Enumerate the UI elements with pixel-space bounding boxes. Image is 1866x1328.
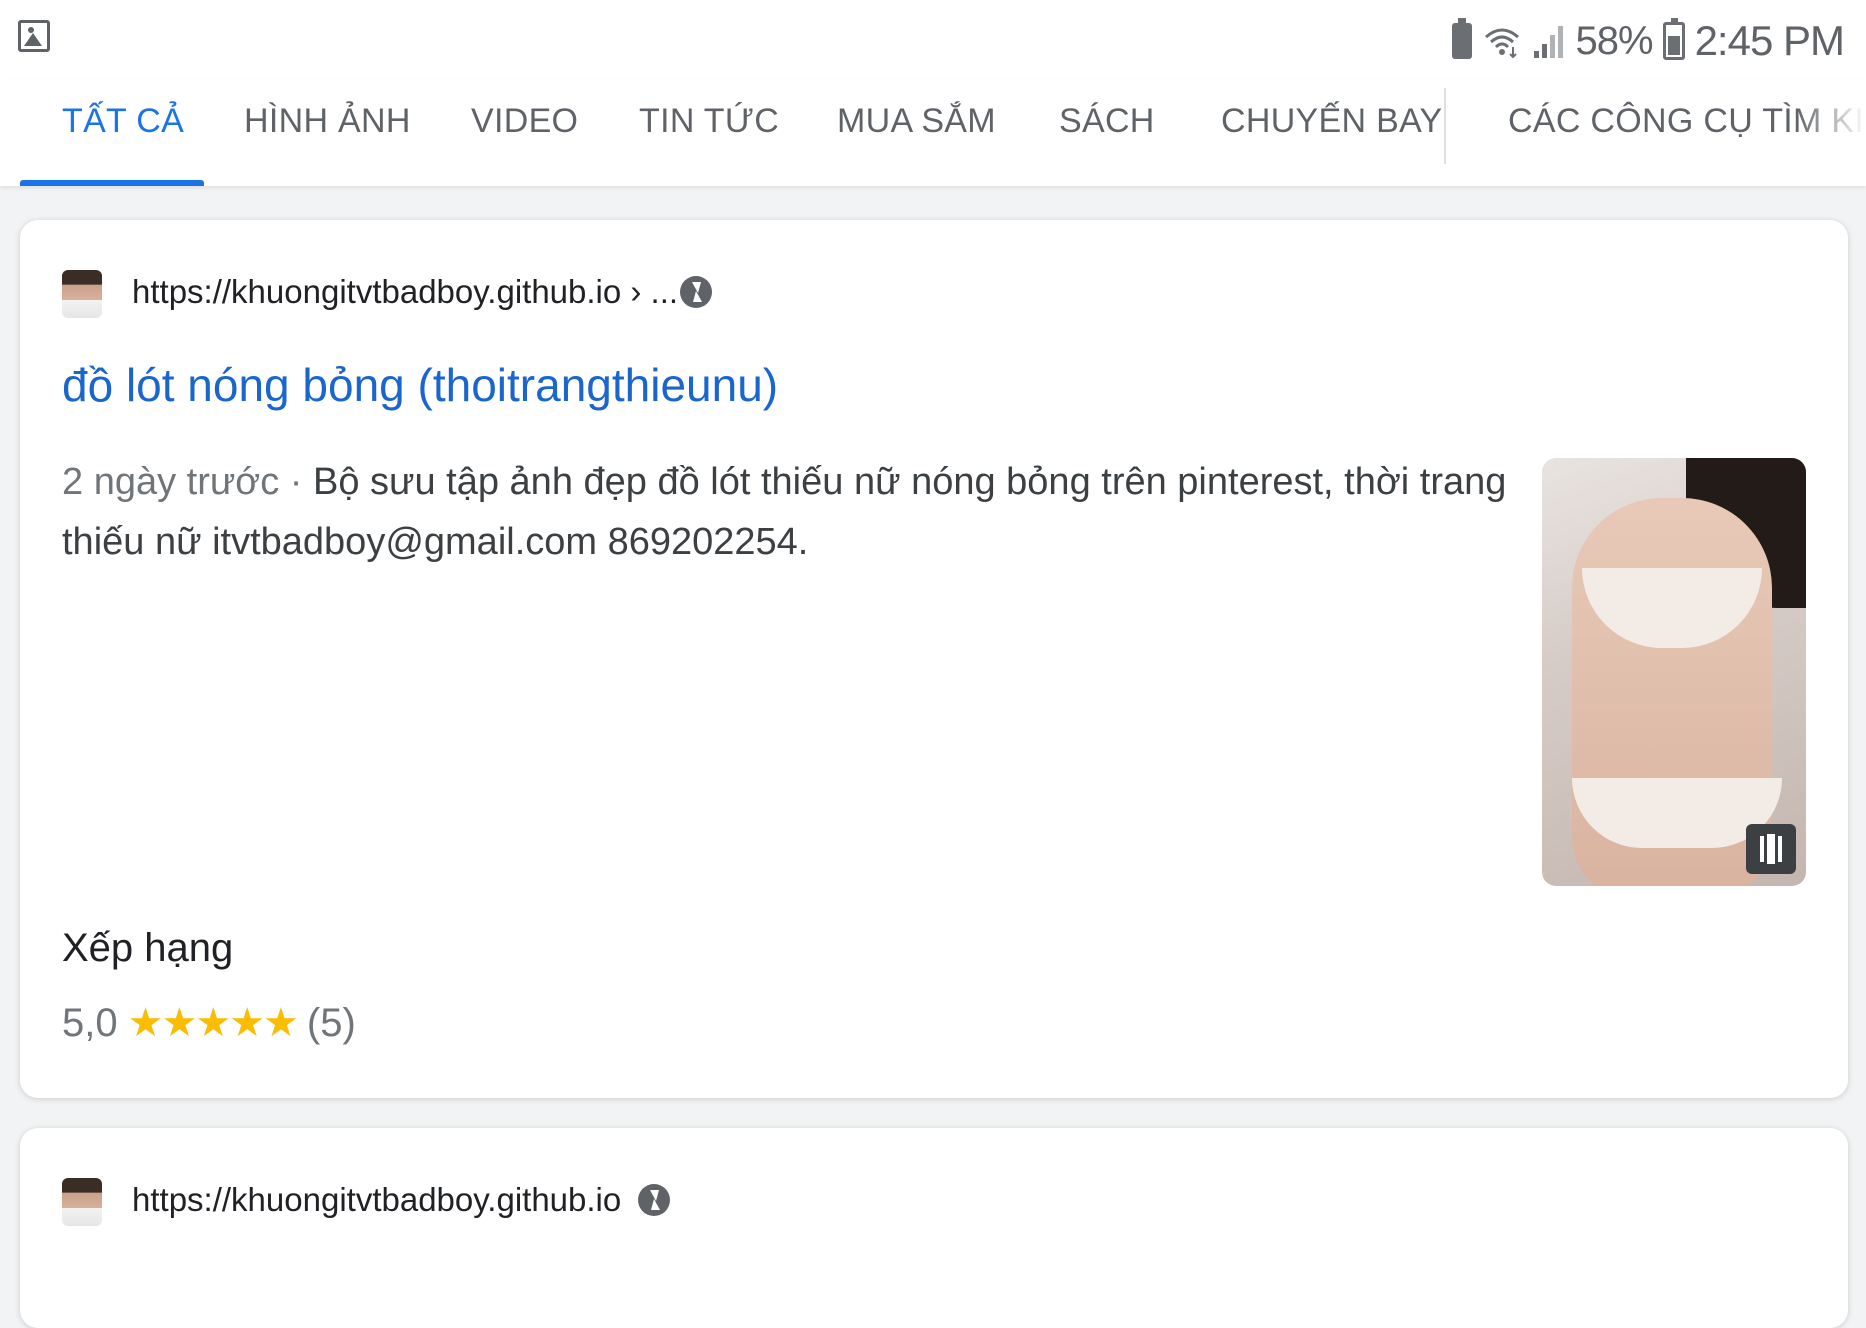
result-thumbnail[interactable] [1542,458,1806,886]
rating-count: (5) [306,1000,356,1045]
amp-lightning-icon [638,1184,670,1216]
battery-icon [1662,18,1685,60]
result-url[interactable]: https://khuongitvtbadboy.github.io [132,1181,621,1219]
active-tab-indicator [20,180,204,186]
amp-lightning-icon [680,276,712,308]
result-url[interactable]: https://khuongitvtbadboy.github.io › ... [132,273,678,311]
search-tabs: TẤT CẢ HÌNH ẢNH VIDEO TIN TỨC MUA SẮM SÁ… [0,80,1866,186]
battery-saver-icon [1451,18,1472,59]
site-favicon [62,1178,102,1226]
site-favicon [62,270,102,318]
result-date: 2 ngày trước · [62,461,313,503]
battery-percentage: 58% [1575,18,1654,63]
rating-value: 5,0 [62,1000,118,1045]
result-snippet: 2 ngày trước · Bộ sưu tập ảnh đẹp đồ lót… [62,452,1522,572]
tab-video[interactable]: VIDEO [471,102,578,141]
rating-line: 5,0 ★★★★★ (5) [62,1000,356,1046]
tab-all[interactable]: TẤT CẢ [62,102,184,141]
status-icons: 58% 2:45 PM [1451,14,1845,68]
image-notification-icon [18,20,50,52]
tab-scroll-fade [1796,80,1866,186]
status-bar: 58% 2:45 PM [0,0,1866,80]
clock: 2:45 PM [1694,17,1845,64]
signal-icon [1532,23,1566,59]
tab-divider [1444,88,1446,164]
tab-flights[interactable]: CHUYẾN BAY [1221,102,1443,141]
wifi-icon [1482,23,1522,59]
rating-heading: Xếp hạng [62,926,234,970]
gallery-icon [1746,824,1796,874]
tab-books[interactable]: SÁCH [1059,102,1155,141]
result-title-link[interactable]: đồ lót nóng bỏng (thoitrangthieunu) [62,358,778,412]
search-result-card: https://khuongitvtbadboy.github.io [20,1128,1848,1328]
tab-news[interactable]: TIN TỨC [639,102,779,141]
search-result-card: https://khuongitvtbadboy.github.io › ...… [20,220,1848,1098]
tab-shopping[interactable]: MUA SẮM [837,102,996,141]
star-rating-icon: ★★★★★ [127,1001,299,1045]
tab-images[interactable]: HÌNH ẢNH [244,102,411,141]
